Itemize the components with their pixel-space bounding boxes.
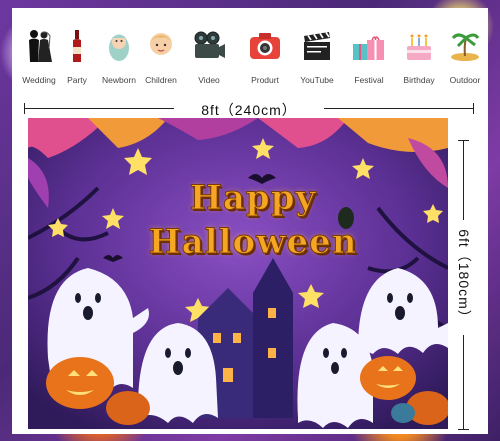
baby-icon <box>109 34 129 61</box>
product-card: Wedding Party Newborn Children Video Pro… <box>12 8 488 434</box>
banner-title-halloween: Halloween <box>148 222 358 263</box>
clapperboard-icon <box>304 32 330 60</box>
banner-artwork <box>28 118 448 429</box>
dimension-line <box>324 108 474 109</box>
palm-island-icon <box>451 33 480 61</box>
child-face-icon <box>150 33 172 55</box>
gift-boxes-icon <box>353 36 384 60</box>
width-dimension: 8ft（240cm） <box>24 100 474 118</box>
dimension-line <box>24 108 174 109</box>
dimension-line <box>463 335 464 430</box>
usage-item-outdoor: Outdoor <box>440 28 490 92</box>
halloween-banner: Happy Halloween <box>28 118 448 429</box>
usage-item-video: Video <box>184 28 234 92</box>
photo-camera-icon <box>250 33 280 59</box>
usage-icon-row: Wedding Party Newborn Children Video Pro… <box>12 8 488 94</box>
usage-label: Outdoor <box>449 75 481 85</box>
height-label: 6ft（180cm） <box>456 229 472 325</box>
dimension-tick <box>458 429 469 430</box>
couple-icon <box>29 30 52 62</box>
birthday-cake-icon <box>407 34 431 60</box>
width-label: 8ft（240cm） <box>201 102 297 118</box>
height-dimension: 6ft（180cm） <box>450 140 480 430</box>
video-camera-icon <box>194 31 225 58</box>
wine-bottle-icon <box>73 30 81 62</box>
dimension-tick <box>473 103 474 114</box>
banner-title-happy: Happy <box>189 178 317 219</box>
